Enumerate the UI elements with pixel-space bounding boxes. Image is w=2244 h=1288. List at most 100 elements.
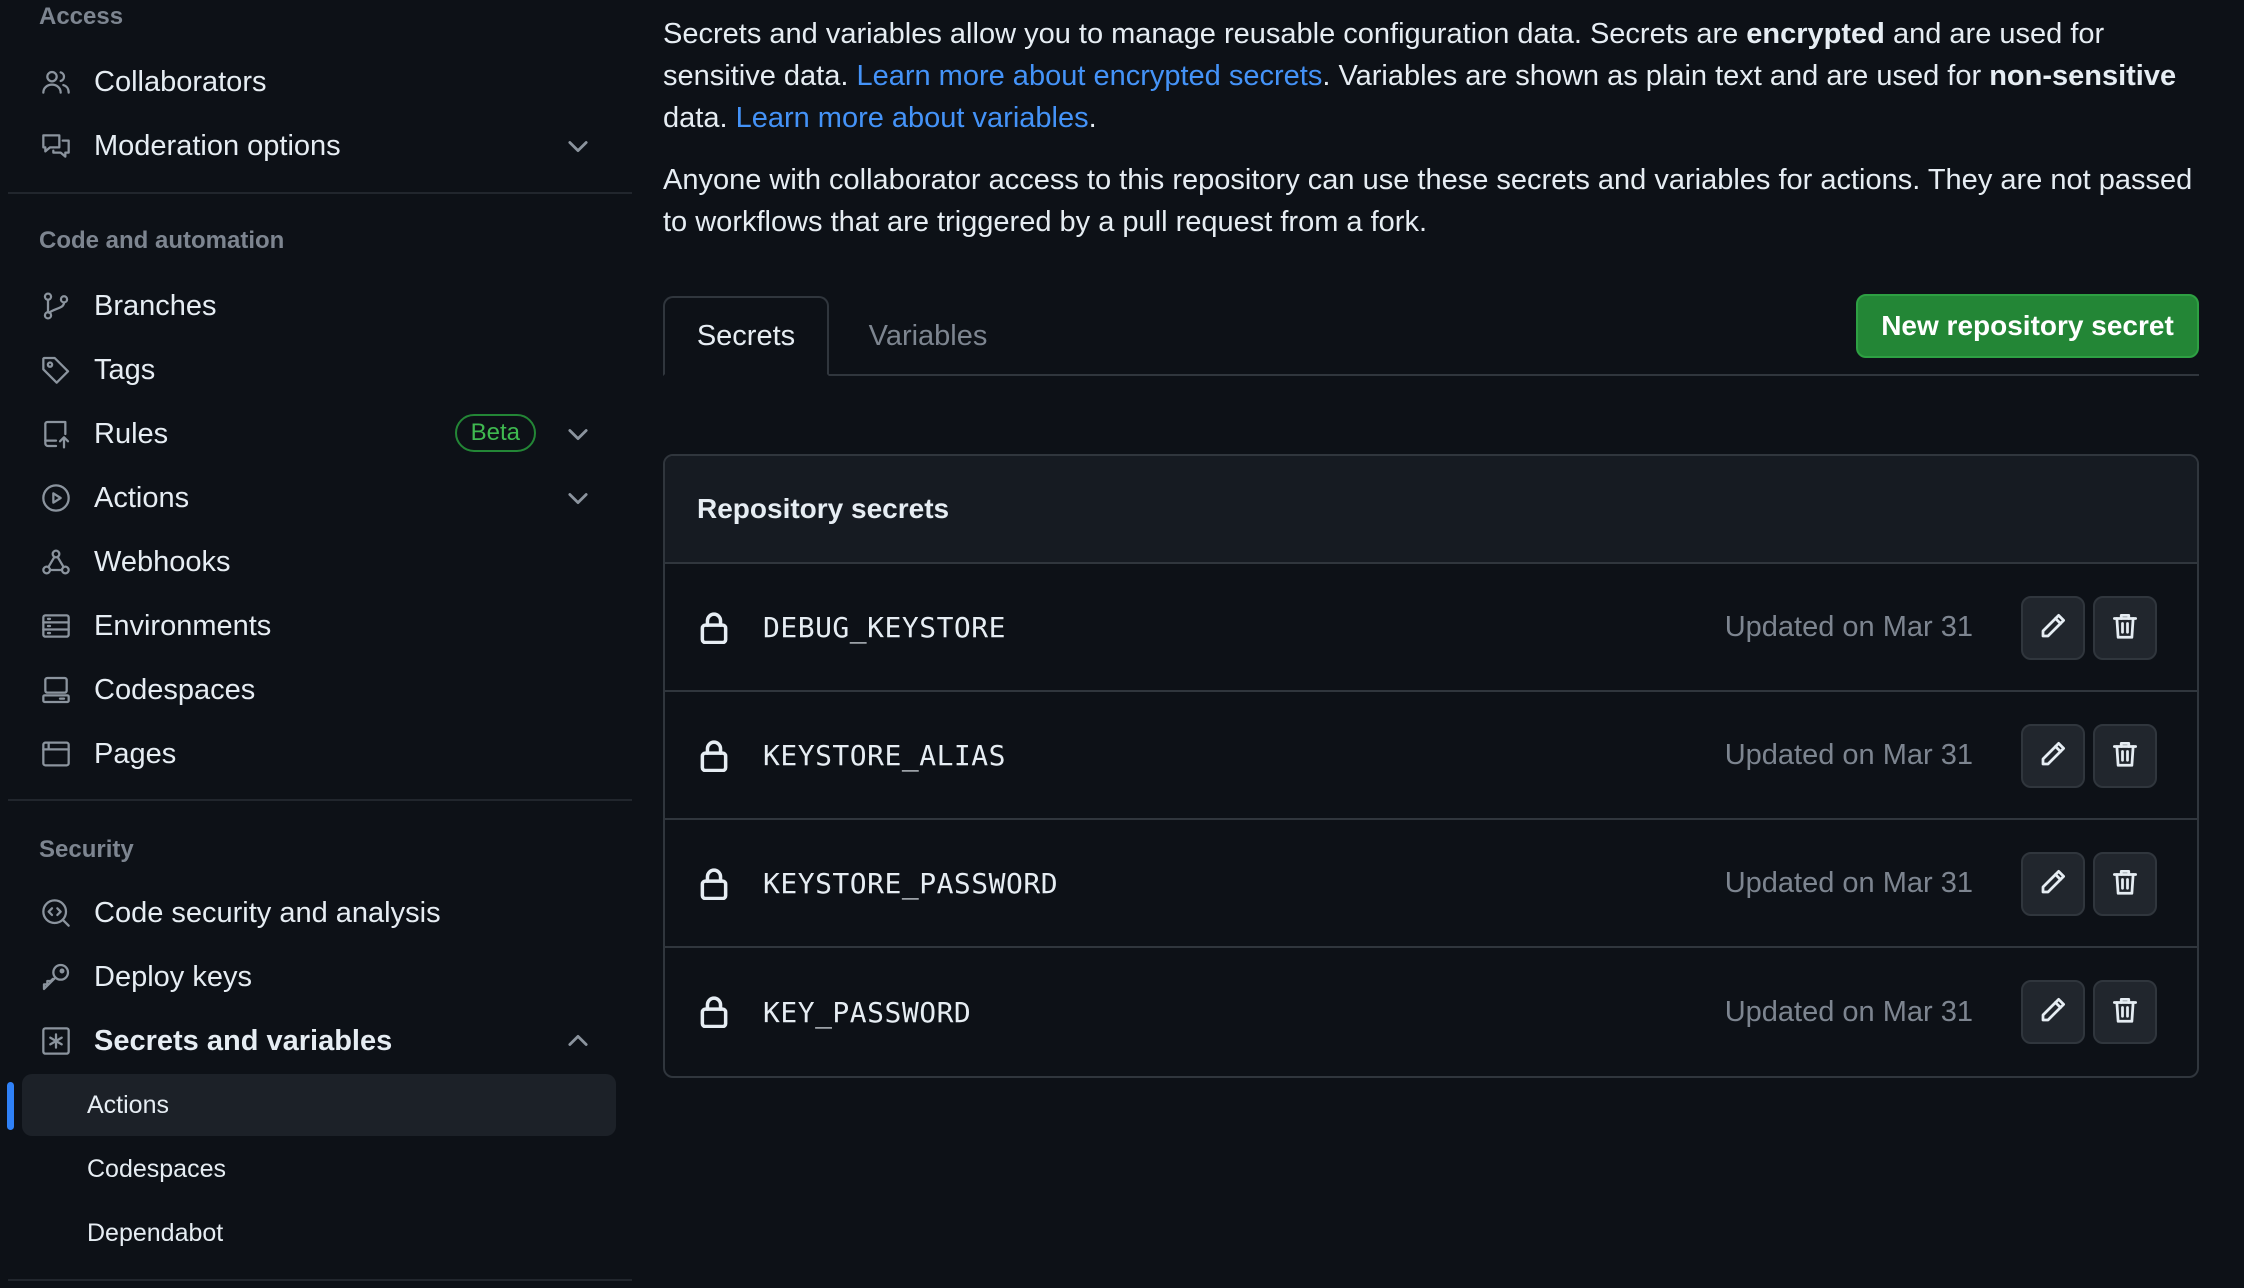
delete-secret-button[interactable] [2093, 980, 2157, 1044]
secret-name: DEBUG_KEYSTORE [763, 610, 1007, 644]
sidebar-item-webhooks[interactable]: Webhooks [22, 532, 616, 592]
intro-text: . Variables are shown as plain text and … [1322, 60, 1990, 92]
sidebar-item-environments[interactable]: Environments [22, 596, 616, 656]
edit-secret-button[interactable] [2021, 852, 2085, 916]
secret-row: KEYSTORE_PASSWORD Updated on Mar 31 [665, 820, 2197, 948]
trash-icon [2110, 611, 2140, 646]
chevron-down-icon[interactable] [564, 132, 592, 160]
codescan-icon [39, 896, 73, 930]
secret-updated: Updated on Mar 31 [1724, 738, 1973, 771]
trash-icon [2110, 739, 2140, 774]
sidebar-item-pages[interactable]: Pages [22, 724, 616, 784]
pencil-icon [2038, 611, 2068, 646]
edit-secret-button[interactable] [2021, 724, 2085, 788]
sidebar-item-label: Deploy keys [94, 960, 252, 993]
sidebar-item-codespaces[interactable]: Codespaces [22, 660, 616, 720]
sidebar-item-label: Pages [94, 737, 177, 770]
tab-secrets[interactable]: Secrets [663, 296, 829, 376]
delete-secret-button[interactable] [2093, 852, 2157, 916]
sidebar-item-code-security-and-analysis[interactable]: Code security and analysis [22, 883, 616, 943]
secret-name: KEY_PASSWORD [763, 995, 972, 1029]
sidebar-item-label: Code security and analysis [94, 896, 441, 929]
settings-sidebar: Access Collaborators Moderation options … [0, 0, 632, 1288]
secret-name: KEYSTORE_ALIAS [763, 738, 1007, 772]
sidebar-divider [8, 799, 632, 801]
sidebar-item-rules[interactable]: Rules Beta [22, 404, 616, 464]
sidebar-item-collaborators[interactable]: Collaborators [22, 52, 616, 112]
delete-secret-button[interactable] [2093, 596, 2157, 660]
trash-icon [2110, 867, 2140, 902]
tab-variables[interactable]: Variables [829, 296, 1027, 376]
sidebar-item-label: Collaborators [94, 65, 267, 98]
key-asterisk-icon [39, 1024, 73, 1058]
sidebar-subitem-label: Dependabot [87, 1218, 224, 1247]
secret-name: KEYSTORE_PASSWORD [763, 866, 1059, 900]
git-branch-icon [39, 289, 73, 323]
server-icon [39, 609, 73, 643]
intro-bold-non-sensitive: non-sensitive [1989, 60, 2177, 92]
sidebar-subitem-actions[interactable]: Actions [22, 1074, 616, 1136]
lock-icon [699, 868, 729, 901]
comment-discussion-icon [39, 129, 73, 163]
sidebar-item-label: Branches [94, 289, 217, 322]
intro-paragraph: Secrets and variables allow you to manag… [663, 13, 2203, 139]
sidebar-item-label: Tags [94, 353, 156, 386]
secret-row: KEYSTORE_ALIAS Updated on Mar 31 [665, 692, 2197, 820]
beta-badge: Beta [454, 414, 536, 452]
intro-text: Secrets and variables allow you to manag… [663, 18, 1747, 50]
sidebar-item-label: Environments [94, 609, 272, 642]
sidebar-item-label: Codespaces [94, 673, 256, 706]
sidebar-item-moderation-options[interactable]: Moderation options [22, 116, 616, 176]
sidebar-item-label: Secrets and variables [94, 1024, 393, 1057]
play-icon [39, 481, 73, 515]
section-heading-code-and-automation: Code and automation [39, 227, 285, 254]
secret-updated: Updated on Mar 31 [1724, 866, 1973, 899]
intro-bold-encrypted: encrypted [1746, 18, 1885, 50]
repo-push-icon [39, 417, 73, 451]
active-indicator [7, 1082, 14, 1130]
sidebar-subitem-dependabot[interactable]: Dependabot [22, 1202, 616, 1264]
codespaces-icon [39, 673, 73, 707]
key-icon [39, 960, 73, 994]
browser-icon [39, 737, 73, 771]
chevron-up-icon[interactable] [564, 1027, 592, 1055]
pencil-icon [2038, 739, 2068, 774]
lock-icon [699, 740, 729, 773]
sidebar-item-deploy-keys[interactable]: Deploy keys [22, 947, 616, 1007]
intro-text: data. [663, 102, 736, 134]
sidebar-item-branches[interactable]: Branches [22, 276, 616, 336]
sidebar-subitem-label: Codespaces [87, 1154, 226, 1183]
sidebar-divider [8, 1279, 632, 1281]
secret-row: DEBUG_KEYSTORE Updated on Mar 31 [665, 564, 2197, 692]
pencil-icon [2038, 867, 2068, 902]
learn-more-encrypted-secrets-link[interactable]: Learn more about encrypted secrets [856, 60, 1322, 92]
pencil-icon [2038, 995, 2068, 1030]
lock-icon [699, 996, 729, 1029]
secret-updated: Updated on Mar 31 [1724, 995, 1973, 1028]
lock-icon [699, 612, 729, 645]
edit-secret-button[interactable] [2021, 980, 2085, 1044]
section-heading-access: Access [39, 3, 124, 30]
sidebar-subitem-codespaces[interactable]: Codespaces [22, 1138, 616, 1200]
section-heading-security: Security [39, 836, 134, 863]
new-repository-secret-button[interactable]: New repository secret [1856, 294, 2199, 358]
sidebar-item-label: Moderation options [94, 129, 341, 162]
tag-icon [39, 353, 73, 387]
chevron-down-icon[interactable] [564, 484, 592, 512]
learn-more-variables-link[interactable]: Learn more about variables [736, 102, 1089, 134]
chevron-down-icon[interactable] [564, 420, 592, 448]
trash-icon [2110, 995, 2140, 1030]
webhook-icon [39, 545, 73, 579]
sidebar-item-secrets-and-variables[interactable]: Secrets and variables [22, 1011, 616, 1071]
sidebar-item-tags[interactable]: Tags [22, 340, 616, 400]
sidebar-item-label: Rules [94, 417, 169, 450]
delete-secret-button[interactable] [2093, 724, 2157, 788]
sidebar-divider [8, 192, 632, 194]
sidebar-subitem-label: Actions [87, 1090, 169, 1119]
repository-secrets-box: Repository secrets DEBUG_KEYSTORE Update… [663, 454, 2199, 1078]
sidebar-item-actions[interactable]: Actions [22, 468, 616, 528]
edit-secret-button[interactable] [2021, 596, 2085, 660]
secret-row: KEY_PASSWORD Updated on Mar 31 [665, 948, 2197, 1076]
intro-text: . [1088, 102, 1097, 134]
secret-updated: Updated on Mar 31 [1724, 610, 1973, 643]
